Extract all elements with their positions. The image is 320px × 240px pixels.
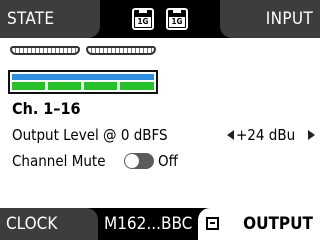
tab-state[interactable]: STATE	[0, 0, 100, 38]
meter-segment	[120, 82, 154, 90]
tab-clock[interactable]: CLOCK	[0, 208, 98, 240]
tab-output-label: OUTPUT	[243, 214, 313, 234]
link-2-label: 1G	[169, 17, 185, 27]
channel-mute-toggle[interactable]	[124, 153, 154, 169]
meter-segment	[12, 82, 45, 90]
device-name: M162...BBC	[104, 214, 193, 234]
meter-segment	[84, 82, 117, 90]
right-arrow-icon[interactable]	[308, 130, 315, 140]
tab-input[interactable]: INPUT	[220, 0, 320, 38]
collapse-icon[interactable]	[206, 217, 219, 230]
toggle-knob	[125, 154, 139, 168]
top-bar: STATE 1G 1G INPUT	[0, 0, 320, 38]
network-link-icon-1: 1G	[132, 8, 154, 30]
db25-connector-icon	[10, 46, 80, 55]
channel-mute-label: Channel Mute	[12, 152, 106, 170]
link-1-label: 1G	[135, 17, 151, 27]
network-link-icon-2: 1G	[166, 8, 188, 30]
channel-mute-state: Off	[158, 152, 178, 170]
device-screen: STATE 1G 1G INPUT Ch. 1–16 Output Level …	[0, 0, 320, 240]
channel-heading: Ch. 1–16	[12, 99, 81, 118]
output-level-value[interactable]: +24 dBu	[236, 126, 295, 144]
level-meter	[8, 70, 158, 94]
bottom-bar: CLOCK M162...BBC OUTPUT	[0, 208, 320, 240]
tab-output[interactable]: OUTPUT	[198, 208, 320, 240]
meter-top-bar	[12, 74, 154, 80]
output-level-label: Output Level @ 0 dBFS	[12, 126, 168, 144]
meter-segment	[48, 82, 81, 90]
left-arrow-icon[interactable]	[227, 130, 234, 140]
db25-connector-icon	[86, 46, 156, 55]
